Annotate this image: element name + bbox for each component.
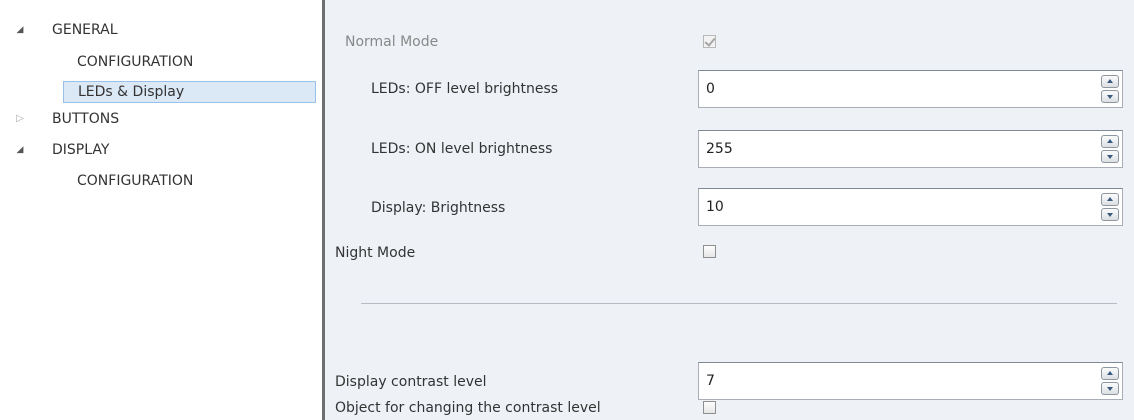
navigation-tree: ◢ GENERAL CONFIGURATION LEDs & Display ▷… — [0, 0, 322, 420]
display-brightness-spinbox[interactable]: 10 — [698, 188, 1123, 226]
led-on-label: LEDs: ON level brightness — [371, 141, 553, 157]
tree-item-label: CONFIGURATION — [77, 54, 194, 70]
decrement-arrow-icon[interactable] — [1101, 150, 1119, 163]
tree-item-buttons[interactable]: ▷ BUTTONS — [0, 109, 322, 129]
parameter-panel: Normal Mode LEDs: OFF level brightness 0… — [325, 0, 1134, 420]
section-divider — [361, 303, 1117, 304]
tree-item-label: GENERAL — [52, 22, 118, 38]
spin-buttons — [1101, 75, 1119, 103]
display-brightness-label: Display: Brightness — [371, 200, 506, 216]
night-mode-label: Night Mode — [335, 245, 416, 261]
night-mode-checkbox[interactable] — [703, 245, 716, 258]
tree-item-general[interactable]: ◢ GENERAL — [0, 20, 322, 40]
expanded-triangle-icon[interactable]: ◢ — [13, 20, 27, 40]
tree-item-label: CONFIGURATION — [77, 173, 194, 189]
decrement-arrow-icon[interactable] — [1101, 208, 1119, 221]
spin-buttons — [1101, 193, 1119, 221]
increment-arrow-icon[interactable] — [1101, 193, 1119, 206]
tree-item-label: DISPLAY — [52, 142, 110, 158]
expanded-triangle-icon[interactable]: ◢ — [13, 140, 27, 160]
normal-mode-checkbox[interactable] — [703, 35, 716, 48]
increment-arrow-icon[interactable] — [1101, 135, 1119, 148]
contrast-level-spinbox[interactable]: 7 — [698, 362, 1123, 400]
collapsed-triangle-icon[interactable]: ▷ — [13, 109, 27, 129]
led-off-value[interactable]: 0 — [706, 79, 715, 99]
tree-item-general-configuration[interactable]: CONFIGURATION — [0, 52, 322, 72]
spin-buttons — [1101, 367, 1119, 395]
tree-item-leds-display[interactable]: LEDs & Display — [0, 81, 322, 103]
tree-item-display[interactable]: ◢ DISPLAY — [0, 140, 322, 160]
led-off-spinbox[interactable]: 0 — [698, 70, 1123, 108]
led-on-value[interactable]: 255 — [706, 139, 733, 159]
tree-item-label: BUTTONS — [52, 111, 120, 127]
led-off-label: LEDs: OFF level brightness — [371, 81, 559, 97]
normal-mode-label: Normal Mode — [345, 34, 439, 50]
increment-arrow-icon[interactable] — [1101, 75, 1119, 88]
decrement-arrow-icon[interactable] — [1101, 90, 1119, 103]
decrement-arrow-icon[interactable] — [1101, 382, 1119, 395]
contrast-level-label: Display contrast level — [335, 374, 487, 390]
tree-item-label: LEDs & Display — [63, 81, 316, 103]
contrast-level-value[interactable]: 7 — [706, 371, 715, 391]
spin-buttons — [1101, 135, 1119, 163]
display-brightness-value[interactable]: 10 — [706, 197, 724, 217]
contrast-object-checkbox[interactable] — [703, 401, 716, 414]
increment-arrow-icon[interactable] — [1101, 367, 1119, 380]
contrast-object-label: Object for changing the contrast level — [335, 400, 601, 416]
led-on-spinbox[interactable]: 255 — [698, 130, 1123, 168]
tree-item-display-configuration[interactable]: CONFIGURATION — [0, 171, 322, 191]
